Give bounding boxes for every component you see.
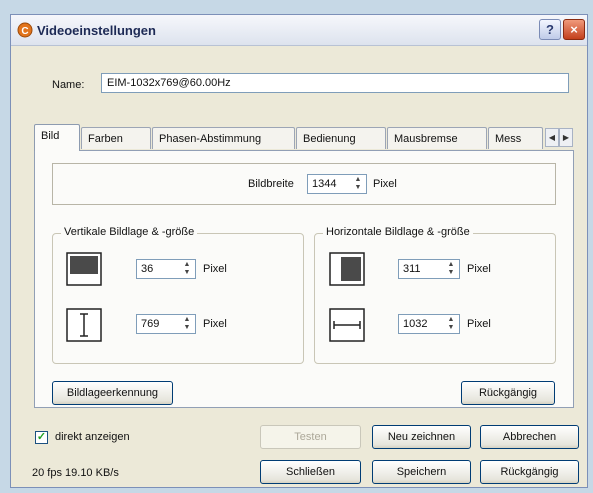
tab-scroll-right-icon[interactable]: ▶ <box>559 128 573 147</box>
horizontal-group: Horizontale Bildlage & -größe 311 ▲ ▼ Pix… <box>314 226 556 364</box>
horizontal-position-value: 311 <box>403 263 421 275</box>
tab-panel-bild: Bildbreite 1344 ▲ ▼ Pixel Vertikale Bildl… <box>34 150 574 408</box>
spin-arrows-icon[interactable]: ▲ ▼ <box>181 261 193 277</box>
spin-arrows-icon[interactable]: ▲ ▼ <box>181 316 193 332</box>
vertical-group-title: Vertikale Bildlage & -größe <box>61 226 198 238</box>
test-button[interactable]: Testen <box>260 425 361 449</box>
undo-button[interactable]: Rückgängig <box>480 460 579 484</box>
bildbreite-label: Bildbreite <box>248 178 294 190</box>
close-window-button[interactable]: × <box>563 19 585 40</box>
svg-text:C: C <box>21 26 28 37</box>
horizontal-size-icon <box>329 308 365 342</box>
vertical-position-unit: Pixel <box>203 263 227 275</box>
tab-scroll-left-icon[interactable]: ◀ <box>545 128 559 147</box>
vertical-size-icon <box>66 308 102 342</box>
vertical-size-unit: Pixel <box>203 318 227 330</box>
tab-strip: Bild Farben Phasen-Abstimmung Bedienung … <box>34 124 574 151</box>
tab-phasen-abstimmung[interactable]: Phasen-Abstimmung <box>152 127 295 149</box>
detect-position-button[interactable]: Bildlageerkennung <box>52 381 173 405</box>
spin-arrows-icon[interactable]: ▲ ▼ <box>352 176 364 192</box>
direct-show-label: direkt anzeigen <box>55 431 130 443</box>
bildbreite-unit: Pixel <box>373 178 397 190</box>
tab-bedienung[interactable]: Bedienung <box>296 127 386 149</box>
redraw-button[interactable]: Neu zeichnen <box>372 425 471 449</box>
tab-farben[interactable]: Farben <box>81 127 151 149</box>
title-bar[interactable]: C Videoeinstellungen ? × <box>11 15 587 46</box>
save-button[interactable]: Speichern <box>372 460 471 484</box>
close-button[interactable]: Schließen <box>260 460 361 484</box>
horizontal-position-unit: Pixel <box>467 263 491 275</box>
horizontal-position-spinner[interactable]: 311 ▲ ▼ <box>398 259 460 279</box>
tab-bild[interactable]: Bild <box>34 124 80 151</box>
panel-undo-button[interactable]: Rückgängig <box>461 381 555 405</box>
name-label: Name: <box>52 79 85 91</box>
bildbreite-spinner[interactable]: 1344 ▲ ▼ <box>307 174 367 194</box>
horizontal-size-value: 1032 <box>403 318 428 330</box>
vertical-position-spinner[interactable]: 36 ▲ ▼ <box>136 259 196 279</box>
cancel-button[interactable]: Abbrechen <box>480 425 579 449</box>
bildbreite-value: 1344 <box>312 178 337 190</box>
name-input[interactable]: EIM-1032x769@60.00Hz <box>101 73 569 93</box>
horizontal-size-unit: Pixel <box>467 318 491 330</box>
vertical-position-icon <box>66 252 102 286</box>
horizontal-group-title: Horizontale Bildlage & -größe <box>323 226 473 238</box>
status-text: 20 fps 19.10 KB/s <box>32 467 119 479</box>
window-title: Videoeinstellungen <box>37 23 156 38</box>
vertical-size-value: 769 <box>141 318 160 330</box>
direct-show-checkbox[interactable]: ✓ <box>35 431 48 444</box>
spin-arrows-icon[interactable]: ▲ ▼ <box>445 261 457 277</box>
video-settings-dialog: C Videoeinstellungen ? × Name: EIM-1032x… <box>10 14 588 488</box>
vertical-group: Vertikale Bildlage & -größe 36 ▲ ▼ Pixel … <box>52 226 304 364</box>
tab-mausbremse[interactable]: Mausbremse <box>387 127 487 149</box>
vertical-position-value: 36 <box>141 263 154 275</box>
tab-mess[interactable]: Mess <box>488 127 543 149</box>
app-icon: C <box>17 22 33 38</box>
help-button[interactable]: ? <box>539 19 561 40</box>
horizontal-size-spinner[interactable]: 1032 ▲ ▼ <box>398 314 460 334</box>
horizontal-position-icon <box>329 252 365 286</box>
bildbreite-box: Bildbreite 1344 ▲ ▼ Pixel <box>52 163 556 205</box>
spin-arrows-icon[interactable]: ▲ ▼ <box>445 316 457 332</box>
vertical-size-spinner[interactable]: 769 ▲ ▼ <box>136 314 196 334</box>
